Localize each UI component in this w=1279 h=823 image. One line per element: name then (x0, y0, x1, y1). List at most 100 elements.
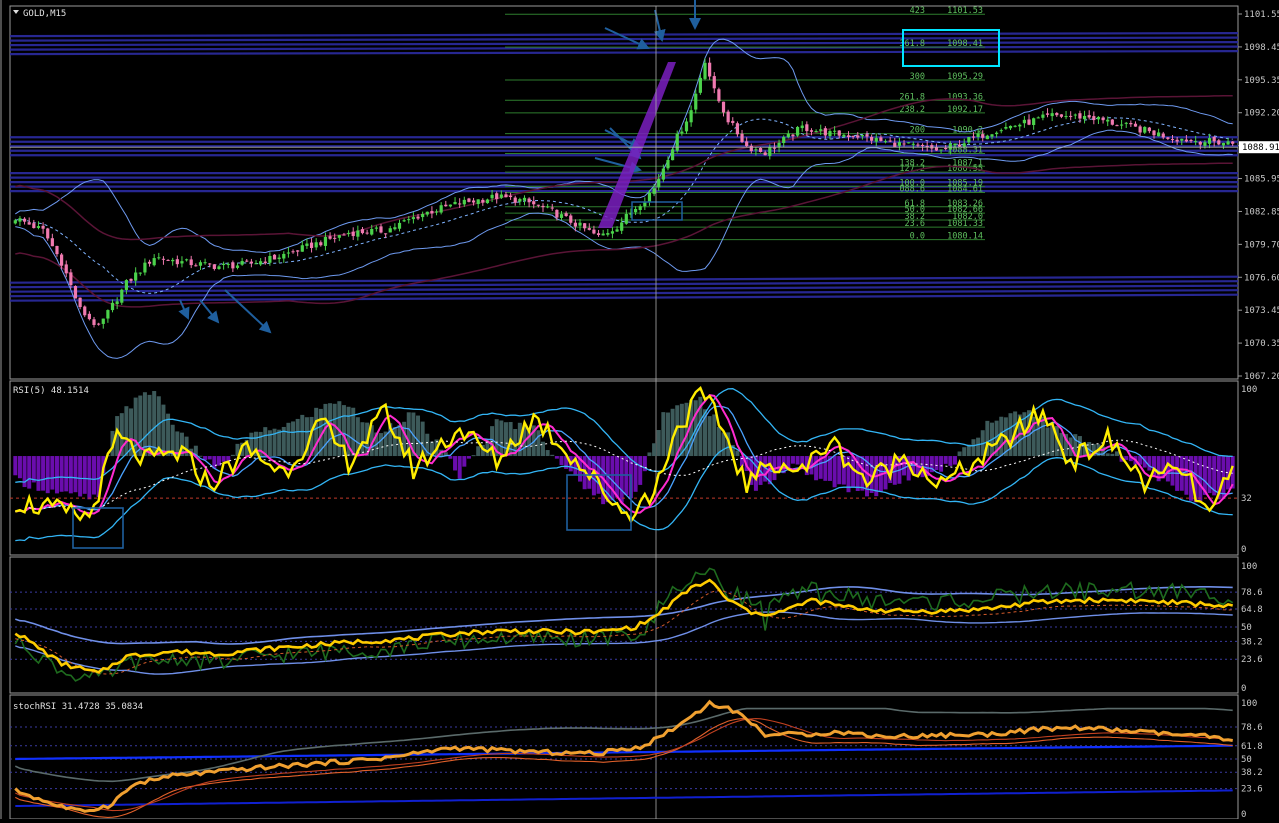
candle-body (1207, 138, 1212, 144)
candle-body (805, 124, 809, 132)
candle-body (476, 199, 480, 205)
rsi-histogram-bar (448, 456, 453, 459)
candle-body (851, 135, 855, 137)
rsi-histogram-bar (73, 456, 78, 493)
candle-body (846, 135, 851, 138)
candle-body (157, 257, 161, 259)
candle-body (78, 297, 82, 308)
candle-body (314, 242, 318, 248)
candle-body (235, 265, 240, 268)
candle-body (1138, 126, 1142, 133)
candle-body (893, 142, 897, 147)
candle-body (439, 205, 443, 213)
rsi-histogram-bar (652, 443, 657, 457)
candle-body (694, 93, 698, 110)
candle-body (467, 198, 471, 202)
candle-body (180, 261, 184, 264)
candle-body (305, 243, 309, 246)
price-axis-label: 1076.60 (1244, 273, 1279, 283)
candle-body (50, 238, 54, 247)
candle-body (1175, 139, 1179, 142)
candle-body (384, 233, 388, 235)
candle-body (152, 258, 156, 266)
candle-body (1147, 127, 1151, 132)
candle-body (661, 168, 665, 180)
candle-body (772, 147, 777, 149)
stochrsi-axis-label: 61.8 (1241, 742, 1263, 752)
candle-body (518, 199, 522, 202)
candle-body (592, 229, 596, 234)
candle-body (22, 218, 27, 222)
candle-body (124, 280, 129, 290)
candle-body (610, 231, 615, 234)
rsi-histogram-bar (17, 456, 22, 479)
candle-body (1078, 113, 1082, 119)
rsi-histogram-bar (647, 452, 652, 457)
candle-body (1022, 119, 1026, 124)
candle-body (546, 206, 550, 208)
candle-body (333, 237, 337, 239)
price-axis-label: 1073.45 (1244, 306, 1279, 316)
candle-body (513, 197, 517, 203)
candle-body (365, 232, 369, 234)
candle-body (231, 262, 235, 269)
candle-body (564, 213, 568, 217)
candle-body (897, 142, 902, 146)
candle-body (402, 220, 406, 222)
candle-body (550, 207, 554, 209)
price-axis-label: 1085.95 (1244, 175, 1279, 185)
candle-body (647, 192, 652, 202)
candle-body (73, 286, 78, 299)
candle-body (601, 233, 605, 236)
candle-body (842, 134, 846, 137)
trading-chart-window: 423 1101.53 361.8 1098.41 300 1095.29 261.8 109… (0, 0, 1279, 820)
candle-body (652, 188, 656, 194)
candle-body (319, 242, 323, 246)
candle-body (916, 144, 920, 146)
candle-body (1161, 133, 1165, 138)
candle-body (633, 208, 638, 213)
candle-body (198, 262, 203, 266)
candle-body (957, 144, 962, 147)
candle-body (1115, 125, 1119, 127)
candle-body (259, 261, 263, 265)
fib-price-label: 1080.14 (947, 232, 983, 242)
rsi-histogram-bar (92, 456, 97, 495)
rsi-histogram-bar (161, 404, 166, 457)
candle-body (291, 251, 295, 253)
candle-body (425, 211, 429, 215)
rsi-histogram-bar (87, 456, 92, 500)
candle-body (569, 215, 573, 223)
rsi-histogram-bar (540, 441, 545, 457)
fib-price-label: 1098.41 (947, 39, 983, 49)
candle-body (356, 230, 360, 237)
fib-level-label: 200 (910, 126, 925, 136)
candle-body (434, 211, 439, 213)
candle-body (203, 262, 207, 264)
candle-body (809, 130, 814, 132)
rsi-histogram-bar (392, 427, 397, 457)
candle-body (1152, 130, 1156, 136)
rsi-histogram-bar (499, 420, 504, 457)
candle-body (286, 252, 291, 254)
price-axis-label: 1095.35 (1244, 76, 1279, 86)
candle-body (596, 233, 601, 235)
candle-body (865, 134, 869, 137)
candle-body (272, 254, 277, 260)
candle-body (726, 111, 730, 123)
rsi-histogram-bar (27, 456, 32, 489)
candle-body (532, 201, 536, 205)
candle-body (189, 259, 193, 266)
stochrsi-title: stochRSI 31.4728 35.0834 (13, 702, 143, 712)
candle-body (458, 203, 462, 205)
rsi-histogram-bar (462, 456, 467, 467)
candle-body (208, 263, 212, 265)
candle-body (397, 222, 402, 229)
candle-body (911, 143, 915, 145)
stochrsi-axis-label: 0 (1241, 810, 1246, 819)
candle-body (421, 214, 425, 218)
candle-body (46, 228, 50, 239)
candle-body (823, 128, 827, 136)
rsi-histogram-bar (133, 397, 138, 457)
candle-body (296, 250, 300, 252)
